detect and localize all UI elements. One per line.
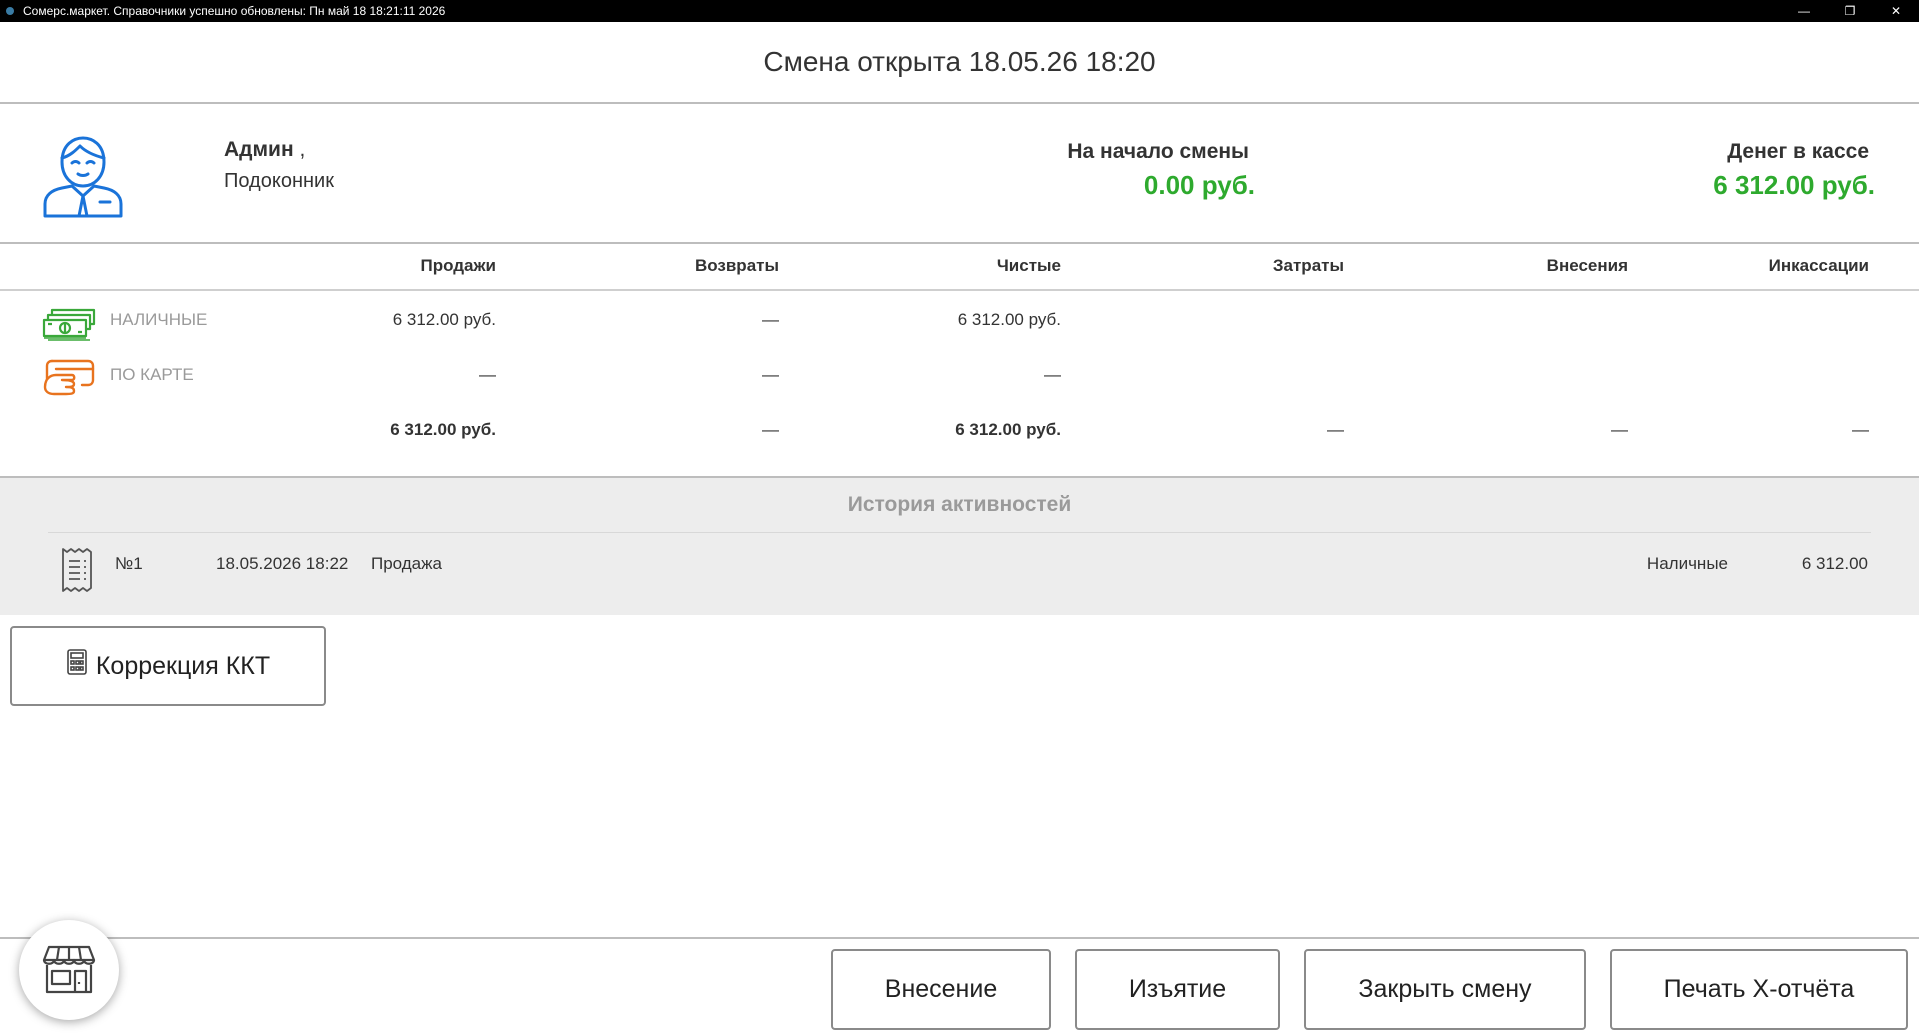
history-row[interactable]: №1 18.05.2026 18:22 Продажа Наличные 6 3… — [0, 533, 1919, 615]
total-sales-value: 6 312.00 руб. — [390, 420, 496, 439]
cash-in-register-value: 6 312.00 руб. — [1713, 170, 1875, 200]
column-header-net: Чистые — [996, 256, 1061, 275]
cash-sales-value: 6 312.00 руб. — [392, 310, 496, 329]
cash-icon — [42, 308, 96, 341]
column-header-costs: Затраты — [1272, 256, 1344, 275]
total-costs-value: — — [1327, 420, 1344, 439]
shift-summary: Админ , Подоконник На начало смены 0.00 … — [0, 104, 1919, 244]
user-shop: Подоконник — [224, 170, 334, 192]
restore-button[interactable]: ❐ — [1827, 0, 1873, 22]
window-title: Сомерс.маркет. Справочники успешно обнов… — [23, 4, 446, 18]
payment-type-label: НАЛИЧНЫЕ — [110, 310, 208, 329]
column-header-collections: Инкассации — [1768, 256, 1869, 275]
close-shift-button[interactable]: Закрыть смену — [1304, 949, 1586, 1030]
user-name-text: Админ — [224, 138, 294, 161]
withdraw-button[interactable]: Изъятие — [1075, 949, 1280, 1030]
table-row-card: ПО КАРТЕ — — — — [0, 351, 1919, 401]
app-icon — [6, 7, 14, 15]
column-header-deposits: Внесения — [1546, 256, 1628, 275]
payments-table-header: Продажи Возвраты Чистые Затраты Внесения… — [0, 244, 1919, 291]
window-controls: — ❐ ✕ — [1781, 0, 1919, 22]
minimize-button[interactable]: — — [1781, 0, 1827, 22]
total-returns-value: — — [762, 420, 779, 439]
page-title: Смена открыта 18.05.26 18:20 — [0, 22, 1919, 104]
card-returns-value: — — [762, 365, 779, 384]
payment-type-label: ПО КАРТЕ — [110, 365, 194, 384]
print-x-report-button[interactable]: Печать X-отчёта — [1610, 949, 1908, 1030]
cash-in-register-label: Денег в кассе — [1727, 140, 1869, 163]
history-item-amount: 6 312.00 — [1801, 554, 1868, 573]
shift-start-label: На начало смены — [1067, 140, 1249, 163]
close-button[interactable]: ✕ — [1873, 0, 1919, 22]
store-button[interactable] — [19, 920, 119, 1020]
cash-net-value: 6 312.00 руб. — [957, 310, 1061, 329]
user-avatar-icon — [43, 136, 123, 218]
table-row-total: 6 312.00 руб. — 6 312.00 руб. — — — — [0, 406, 1919, 456]
receipt-icon — [62, 548, 92, 592]
payments-table: Продажи Возвраты Чистые Затраты Внесения… — [0, 244, 1919, 478]
deposit-button[interactable]: Внесение — [831, 949, 1051, 1030]
card-net-value: — — [1044, 365, 1061, 384]
store-icon — [42, 945, 96, 994]
kkt-correction-label: Коррекция ККТ — [95, 651, 271, 680]
user-name: Админ , — [224, 138, 305, 162]
total-deposits-value: — — [1611, 420, 1628, 439]
table-row-cash: НАЛИЧНЫЕ 6 312.00 руб. — 6 312.00 руб. — [0, 296, 1919, 346]
history-item-operation: Продажа — [371, 554, 442, 573]
card-sales-value: — — [479, 365, 496, 384]
cash-returns-value: — — [762, 310, 779, 329]
shift-start-value: 0.00 руб. — [1143, 170, 1255, 200]
column-header-returns: Возвраты — [694, 256, 779, 275]
window-titlebar: Сомерс.маркет. Справочники успешно обнов… — [0, 0, 1919, 22]
calculator-icon — [67, 649, 87, 675]
user-name-suffix: , — [293, 138, 306, 161]
column-header-sales: Продажи — [420, 256, 496, 275]
kkt-correction-button[interactable]: Коррекция ККТ — [10, 626, 326, 706]
history-item-number: №1 — [115, 554, 143, 573]
activity-history-title: История активностей — [48, 478, 1871, 533]
card-icon — [43, 359, 95, 396]
total-net-value: 6 312.00 руб. — [955, 420, 1061, 439]
total-collections-value: — — [1852, 420, 1869, 439]
history-item-datetime: 18.05.2026 18:22 — [216, 554, 349, 573]
history-item-payment: Наличные — [1646, 554, 1728, 573]
bottom-divider — [0, 937, 1919, 939]
activity-history: История активностей №1 18.05.2026 18:22 … — [0, 478, 1919, 615]
